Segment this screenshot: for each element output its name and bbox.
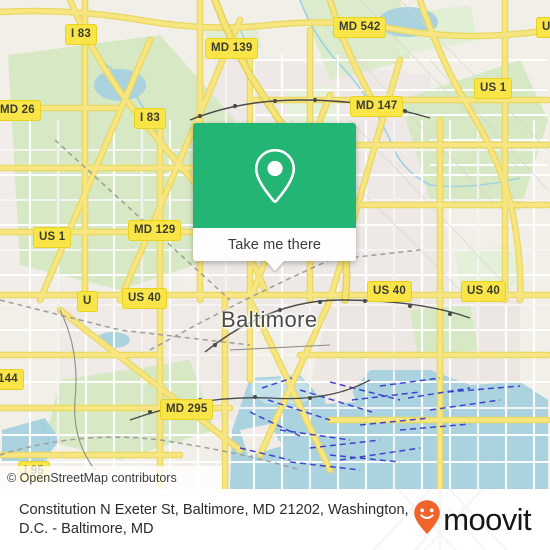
popup-accent-panel (193, 123, 356, 228)
road-shield: MD 542 (333, 17, 387, 38)
road-shield: I 83 (134, 108, 166, 129)
map-pin-icon (252, 147, 298, 205)
road-shield: MD 139 (205, 38, 259, 59)
road-shield: U (77, 291, 98, 312)
road-shield: MD 147 (350, 96, 404, 117)
moovit-wordmark: moovit (443, 502, 531, 537)
road-shield: 144 (0, 369, 24, 390)
footer-bar: Constitution N Exeter St, Baltimore, MD … (0, 489, 550, 550)
road-shield: US 1 (33, 227, 72, 248)
map-canvas[interactable]: I 83 MD 139 MD 542 MD 147 US 1 US MD 26 … (0, 0, 550, 489)
take-me-there-popup[interactable]: Take me there (193, 123, 356, 271)
moovit-logo[interactable]: moovit (413, 499, 536, 540)
road-shield: MD 129 (128, 220, 182, 241)
road-shield: US (536, 17, 550, 38)
road-shield: I 83 (65, 24, 97, 45)
road-shield: MD 26 (0, 100, 41, 121)
road-shield: US 1 (474, 78, 513, 99)
popup-pointer (265, 260, 285, 271)
road-shield: MD 295 (160, 399, 214, 420)
moovit-smiley-pin-icon (413, 499, 441, 540)
osm-attribution-text: © OpenStreetMap contributors (7, 470, 177, 485)
moovit-map-screenshot: I 83 MD 139 MD 542 MD 147 US 1 US MD 26 … (0, 0, 550, 550)
popup-cta[interactable]: Take me there (193, 228, 356, 261)
location-title: Constitution N Exeter St, Baltimore, MD … (19, 501, 409, 537)
road-shield: US 40 (367, 281, 412, 302)
popup-card[interactable]: Take me there (193, 123, 356, 261)
road-shield: US 40 (461, 281, 506, 302)
popup-cta-label: Take me there (227, 236, 322, 253)
road-shield: US 40 (122, 288, 167, 309)
osm-attribution[interactable]: © OpenStreetMap contributors (0, 466, 222, 489)
city-label: Baltimore (221, 307, 318, 332)
